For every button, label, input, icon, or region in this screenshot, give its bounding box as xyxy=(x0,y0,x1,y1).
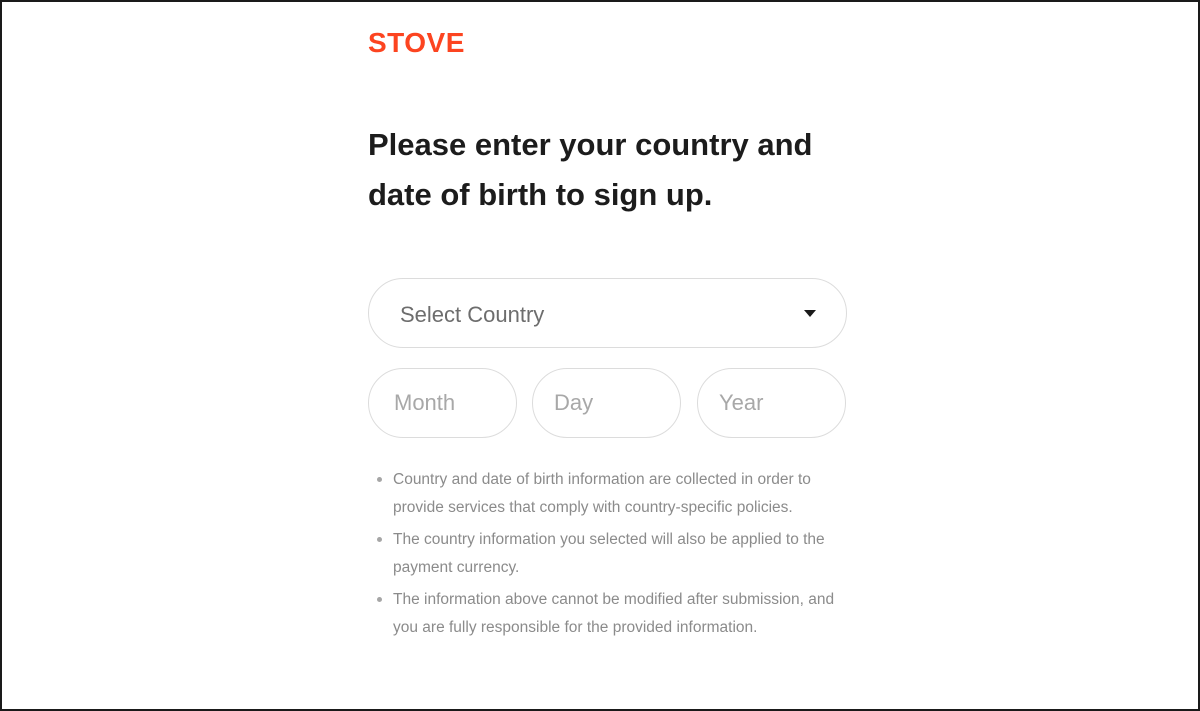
country-select[interactable]: Select Country xyxy=(368,278,847,348)
page-title: Please enter your country and date of bi… xyxy=(368,127,813,212)
note-item: Country and date of birth information ar… xyxy=(376,466,856,522)
month-field[interactable] xyxy=(368,368,517,438)
year-field[interactable] xyxy=(697,368,846,438)
stove-logo[interactable]: STOVE xyxy=(368,27,465,59)
bullet-icon xyxy=(377,597,382,602)
bullet-icon xyxy=(377,477,382,482)
day-field[interactable] xyxy=(532,368,681,438)
page-frame: STOVE Please enter your country and date… xyxy=(0,0,1200,711)
note-item: The country information you selected wil… xyxy=(376,526,856,582)
note-text: The country information you selected wil… xyxy=(393,531,825,576)
info-notes: Country and date of birth information ar… xyxy=(376,466,856,646)
caret-down-icon xyxy=(804,310,816,317)
note-text: Country and date of birth information ar… xyxy=(393,471,811,516)
note-text: The information above cannot be modified… xyxy=(393,591,835,636)
country-select-label: Select Country xyxy=(400,302,545,327)
bullet-icon xyxy=(377,537,382,542)
note-item: The information above cannot be modified… xyxy=(376,586,856,642)
